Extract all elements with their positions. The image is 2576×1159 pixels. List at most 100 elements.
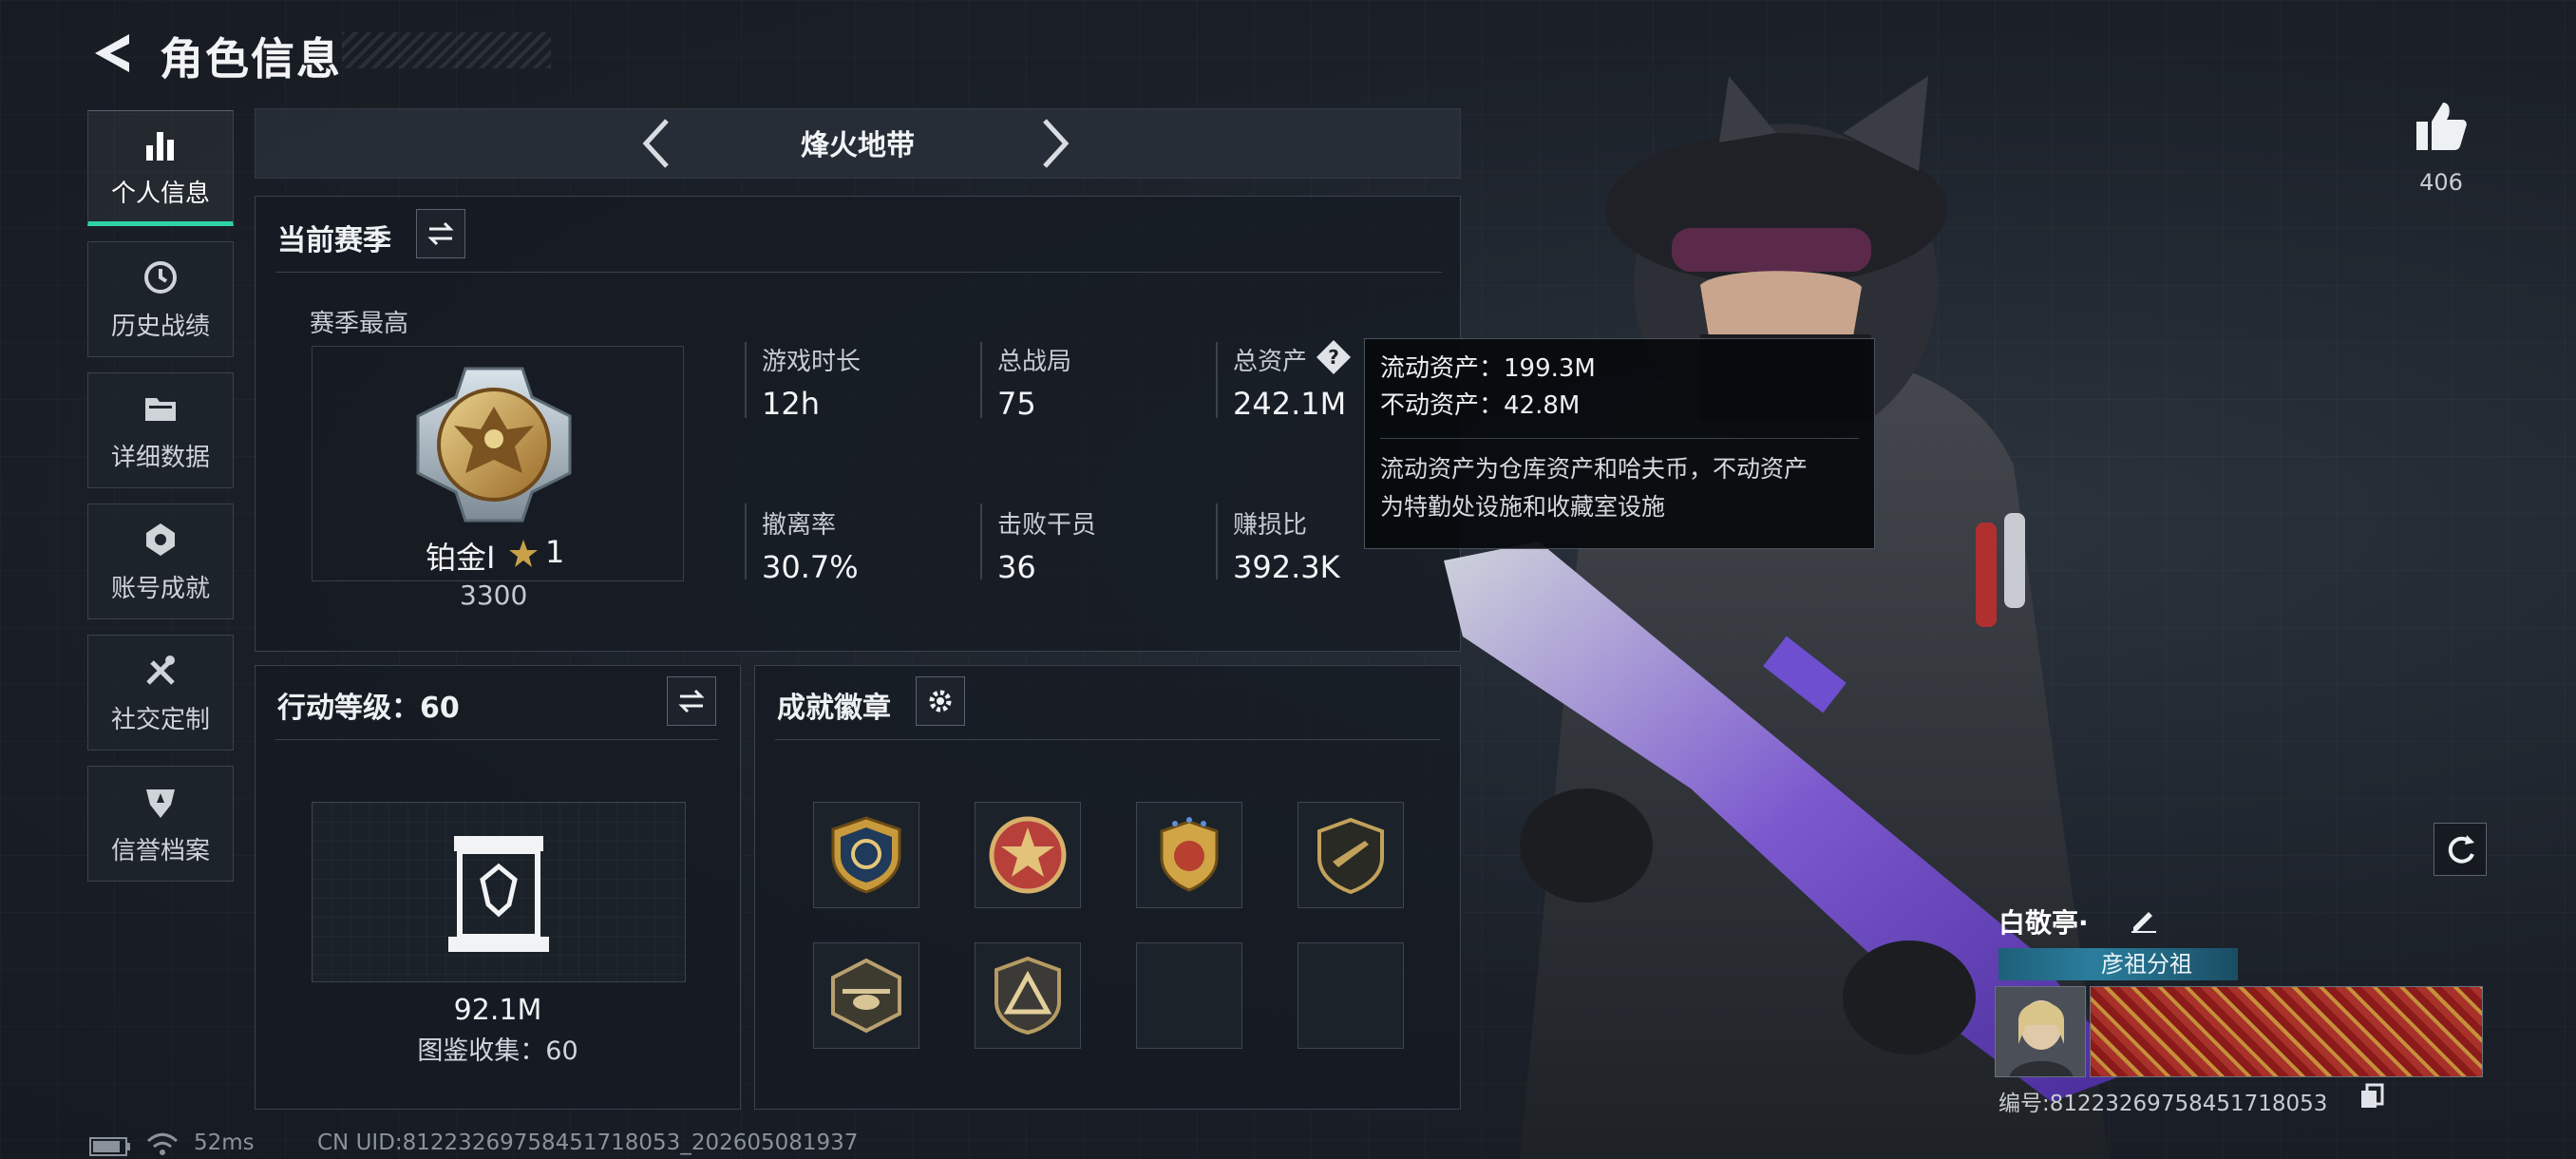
thumbs-up-icon xyxy=(2416,103,2467,150)
achievement-badge-slot[interactable] xyxy=(1297,802,1404,908)
assets-help-button[interactable]: ? xyxy=(1315,338,1353,376)
uid-text: CN UID:8122326975845171805​3_20260508193… xyxy=(317,1130,859,1155)
player-name: 白敬亭· xyxy=(1998,907,2089,939)
player-banner[interactable] xyxy=(2090,986,2483,1077)
collection-label: 图鉴收集：60 xyxy=(417,1036,578,1066)
stat-label-profit-loss: 赚损比 xyxy=(1233,511,1308,540)
empty-badge-slot[interactable] xyxy=(1297,942,1404,1049)
assets-tooltip: 流动资产：199.3M 不动资产：42.8M 流动资产为仓库资产和哈夫币，不动资… xyxy=(1364,338,1875,549)
helicopter-badge-icon xyxy=(831,958,901,1034)
folder-icon xyxy=(145,397,176,421)
rank-score: 3300 xyxy=(460,580,528,611)
back-button[interactable] xyxy=(87,27,137,80)
collection-showcase-icon xyxy=(448,836,549,952)
page-title: 角色信息 xyxy=(160,33,342,85)
season-title: 当前赛季 xyxy=(277,224,391,257)
season-switch-button[interactable] xyxy=(416,209,465,258)
triangle-badge-icon xyxy=(994,956,1061,1036)
rifle-shield-badge-icon xyxy=(1317,817,1384,895)
back-arrow-icon xyxy=(95,34,129,72)
achievements-settings-button[interactable] xyxy=(916,676,965,726)
wing-shield-badge-icon xyxy=(1160,817,1219,892)
guild-tag[interactable]: 彦祖分祖 xyxy=(1998,948,2238,980)
edit-pencil-icon xyxy=(2131,912,2156,933)
achievement-badge-slot[interactable] xyxy=(975,802,1081,908)
stat-separator xyxy=(980,504,982,580)
platinum-rank-emblem-icon xyxy=(416,367,572,522)
stat-label-total-matches: 总战局 xyxy=(997,348,1072,376)
title-decoration xyxy=(342,32,551,68)
sidebar-item-social-custom[interactable]: 社交定制 xyxy=(87,635,234,750)
season-best-label: 赛季最高 xyxy=(310,310,409,338)
achievement-icon xyxy=(146,522,175,556)
sidebar-item-credit-archive[interactable]: 信誉档案 xyxy=(87,766,234,882)
achievements-divider xyxy=(775,739,1440,740)
sidebar-item-history[interactable]: 历史战绩 xyxy=(87,241,234,357)
like-button[interactable] xyxy=(2413,99,2470,156)
achievement-badge-slot[interactable] xyxy=(1136,802,1242,908)
tooltip-liquid-assets: 流动资产：199.3M xyxy=(1380,354,1596,383)
rotate-model-button[interactable] xyxy=(2434,823,2487,876)
stat-value-total-assets: 242.1M xyxy=(1233,386,1347,422)
credit-shield-icon xyxy=(146,788,175,818)
sidebar-item-label: 历史战绩 xyxy=(110,312,210,341)
stat-separator xyxy=(1216,504,1218,580)
player-id: 编号:8122326975845171805​3 xyxy=(1998,1092,2328,1116)
avatar-portrait-icon xyxy=(1996,987,2085,1076)
action-level-title: 行动等级：60 xyxy=(277,692,460,725)
history-icon xyxy=(144,260,177,294)
achievement-badge-slot[interactable] xyxy=(813,802,919,908)
stat-separator xyxy=(745,342,747,418)
edit-name-button[interactable] xyxy=(2128,902,2162,937)
chevron-right-icon xyxy=(1043,119,1070,168)
sidebar-item-detail-data[interactable]: 详细数据 xyxy=(87,372,234,488)
copy-id-button[interactable] xyxy=(2359,1083,2386,1112)
achievement-badge-slot[interactable] xyxy=(975,942,1081,1049)
sidebar-item-label: 社交定制 xyxy=(110,705,210,734)
mode-name: 烽火地带 xyxy=(801,129,915,162)
bar-chart-icon xyxy=(146,131,174,161)
wifi-icon xyxy=(146,1132,179,1159)
stat-value-operators-defeated: 36 xyxy=(997,549,1036,585)
player-avatar[interactable] xyxy=(1995,986,2086,1077)
rotate-icon xyxy=(2448,835,2474,864)
action-level-divider xyxy=(275,739,718,740)
stat-label-extraction-rate: 撤离率 xyxy=(762,511,837,540)
battery-icon xyxy=(89,1136,131,1159)
stat-value-extraction-rate: 30.7% xyxy=(762,549,859,585)
svg-text:?: ? xyxy=(1328,346,1339,369)
gear-icon xyxy=(929,690,952,712)
sidebar-item-label: 账号成就 xyxy=(110,574,210,603)
help-icon: ? xyxy=(1316,340,1351,374)
stat-label-operators-defeated: 击败干员 xyxy=(997,511,1097,540)
stat-value-profit-loss: 392.3K xyxy=(1233,549,1340,585)
tools-icon xyxy=(146,655,175,685)
stat-value-total-matches: 75 xyxy=(997,386,1036,422)
sidebar-item-personal-info[interactable]: 个人信息 xyxy=(87,110,234,226)
sidebar-item-account-achievement[interactable]: 账号成就 xyxy=(87,504,234,619)
empty-badge-slot[interactable] xyxy=(1136,942,1242,1049)
anchor-shield-badge-icon xyxy=(831,816,901,894)
achievements-title: 成就徽章 xyxy=(777,692,891,725)
copy-icon xyxy=(2361,1083,2384,1108)
sidebar-item-label: 信誉档案 xyxy=(110,836,210,865)
stat-label-play-time: 游戏时长 xyxy=(762,348,862,376)
stat-separator xyxy=(745,504,747,580)
stat-value-play-time: 12h xyxy=(762,386,820,422)
next-mode-button[interactable] xyxy=(1032,114,1079,173)
like-count: 406 xyxy=(2419,169,2463,196)
sidebar-item-label: 个人信息 xyxy=(110,179,210,208)
tooltip-fixed-assets: 不动资产：42.8M xyxy=(1380,391,1581,420)
stat-label-total-assets: 总资产 xyxy=(1233,348,1308,376)
swap-icon xyxy=(427,221,454,246)
season-divider xyxy=(275,272,1442,273)
rank-name: 铂金Ⅰ xyxy=(426,540,496,576)
star-medal-badge-icon xyxy=(989,816,1067,894)
tooltip-description: 流动资产为仓库资产和哈夫币，不动资产 为特勤处设施和收藏室设施 xyxy=(1380,438,1859,526)
rank-stars-count: 1 xyxy=(545,534,565,570)
rank-star-icon xyxy=(509,540,538,567)
achievement-badge-slot[interactable] xyxy=(813,942,919,1049)
sidebar-item-label: 详细数据 xyxy=(110,443,210,472)
action-level-switch-button[interactable] xyxy=(667,676,716,726)
collection-value: 92.1M xyxy=(453,994,542,1027)
